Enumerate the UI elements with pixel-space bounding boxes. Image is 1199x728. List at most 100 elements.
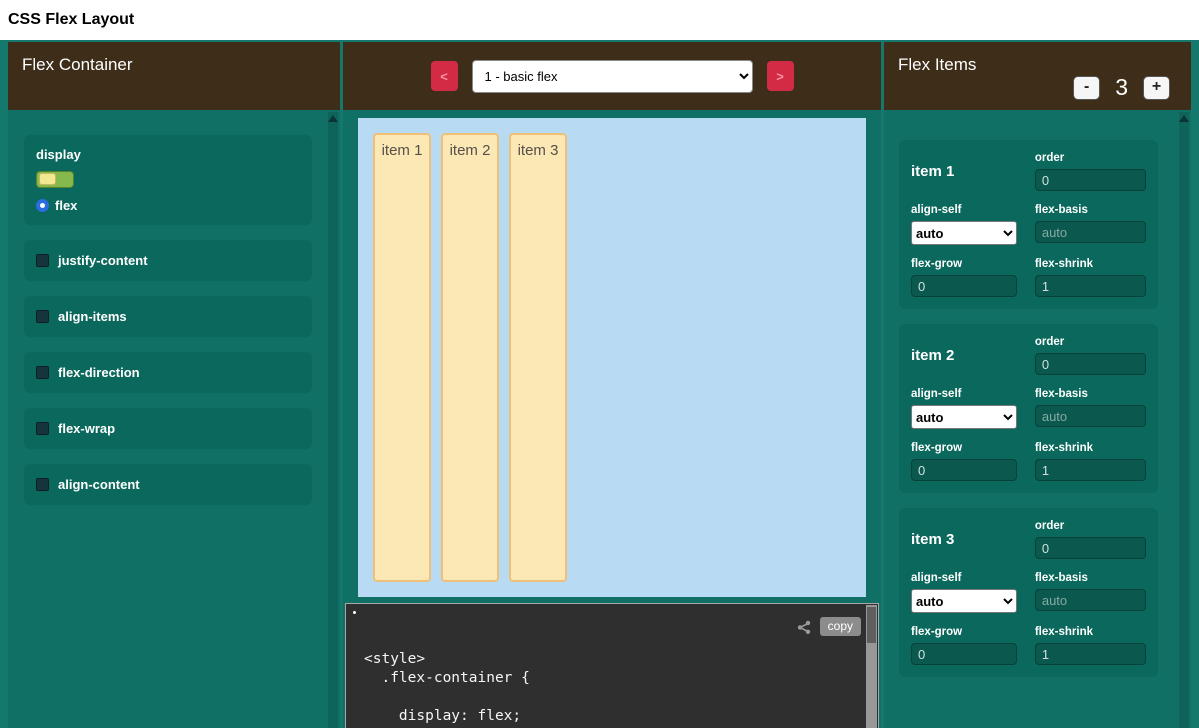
item-3-flex-basis-input[interactable]: [1035, 589, 1146, 611]
preview-panel: < 1 - basic flex > item 1 item 2 item 3: [343, 42, 881, 728]
item-3-align-self-select[interactable]: auto: [911, 589, 1017, 613]
item-3-flex-grow-field: flex-grow: [911, 626, 1017, 665]
share-icon[interactable]: [796, 619, 812, 635]
align-self-label: align-self: [911, 388, 1017, 400]
item-1-order-input[interactable]: [1035, 169, 1146, 191]
display-flex-option: flex: [36, 198, 300, 213]
align-content-label: align-content: [58, 477, 140, 492]
item-1-card: item 1 order align-self auto flex-basis …: [899, 140, 1158, 309]
flex-shrink-label: flex-shrink: [1035, 258, 1146, 270]
item-count-controls: - 3 +: [1073, 74, 1170, 101]
align-items-checkbox[interactable]: [36, 310, 49, 323]
flex-basis-label: flex-basis: [1035, 388, 1146, 400]
align-content-checkbox[interactable]: [36, 478, 49, 491]
example-select[interactable]: 1 - basic flex: [472, 60, 753, 93]
item-2-card: item 2 order align-self auto flex-basis …: [899, 324, 1158, 493]
code-toolbar: copy: [796, 617, 861, 636]
flex-radio[interactable]: [36, 199, 49, 212]
item-3-order-field: order: [1035, 520, 1146, 559]
align-self-label: align-self: [911, 572, 1017, 584]
code-panel: copy <style> .flex-container { display: …: [345, 603, 879, 728]
item-count: 3: [1115, 74, 1128, 101]
scroll-up-arrow-icon[interactable]: [1179, 115, 1189, 122]
item-3-title: item 3: [911, 531, 1017, 548]
flex-shrink-label: flex-shrink: [1035, 626, 1146, 638]
flex-items-panel-header: Flex Items - 3 +: [884, 42, 1191, 110]
preview-body: item 1 item 2 item 3 copy: [343, 110, 881, 728]
flex-grow-label: flex-grow: [911, 626, 1017, 638]
flex-container-panel-header: Flex Container: [8, 42, 340, 110]
section-align-items[interactable]: align-items: [24, 296, 312, 337]
display-toggle-knob: [39, 173, 56, 185]
section-flex-direction[interactable]: flex-direction: [24, 352, 312, 393]
flex-shrink-label: flex-shrink: [1035, 442, 1146, 454]
flex-container-panel-title: Flex Container: [22, 55, 133, 74]
demo-item-1: item 1: [373, 133, 431, 582]
item-3-order-input[interactable]: [1035, 537, 1146, 559]
item-1-align-self-select[interactable]: auto: [911, 221, 1017, 245]
item-2-order-input[interactable]: [1035, 353, 1146, 375]
item-1-title: item 1: [911, 163, 1017, 180]
order-label: order: [1035, 152, 1146, 164]
left-panel-scrollbar[interactable]: [328, 112, 338, 728]
order-label: order: [1035, 520, 1146, 532]
item-2-align-self-field: align-self auto: [911, 388, 1017, 429]
item-3-flex-shrink-field: flex-shrink: [1035, 626, 1146, 665]
flex-grow-label: flex-grow: [911, 258, 1017, 270]
top-strip: CSS Flex Layout: [0, 0, 1199, 40]
align-self-label: align-self: [911, 204, 1017, 216]
code-text: <style> .flex-container { display: flex;: [364, 650, 878, 726]
flex-items-panel-body: item 1 order align-self auto flex-basis …: [884, 110, 1191, 728]
item-1-flex-basis-field: flex-basis: [1035, 204, 1146, 245]
item-2-flex-basis-input[interactable]: [1035, 405, 1146, 427]
item-2-order-field: order: [1035, 336, 1146, 375]
item-2-title: item 2: [911, 347, 1017, 364]
flex-wrap-label: flex-wrap: [58, 421, 115, 436]
section-flex-wrap[interactable]: flex-wrap: [24, 408, 312, 449]
right-panel-scrollbar[interactable]: [1179, 112, 1189, 728]
item-3-card: item 3 order align-self auto flex-basis …: [899, 508, 1158, 677]
flex-items-panel: Flex Items - 3 + item 1 order align-self…: [884, 42, 1191, 728]
display-toggle[interactable]: [36, 171, 74, 188]
item-1-align-self-field: align-self auto: [911, 204, 1017, 245]
remove-item-button[interactable]: -: [1073, 76, 1100, 100]
order-label: order: [1035, 336, 1146, 348]
main-area: Flex Container display flex justify-cont…: [0, 40, 1199, 728]
scroll-up-arrow-icon[interactable]: [328, 115, 338, 122]
flex-basis-label: flex-basis: [1035, 572, 1146, 584]
preview-header: < 1 - basic flex >: [343, 42, 881, 110]
item-1-flex-shrink-input[interactable]: [1035, 275, 1146, 297]
code-dot: [353, 611, 356, 614]
justify-content-label: justify-content: [58, 253, 148, 268]
code-scrollbar[interactable]: [866, 605, 877, 728]
copy-button[interactable]: copy: [820, 617, 861, 636]
justify-content-checkbox[interactable]: [36, 254, 49, 267]
item-2-flex-grow-input[interactable]: [911, 459, 1017, 481]
add-item-button[interactable]: +: [1143, 76, 1170, 100]
item-2-flex-basis-field: flex-basis: [1035, 388, 1146, 429]
item-2-align-self-select[interactable]: auto: [911, 405, 1017, 429]
flex-container-panel: Flex Container display flex justify-cont…: [8, 42, 340, 728]
display-label: display: [36, 147, 300, 162]
item-2-flex-shrink-input[interactable]: [1035, 459, 1146, 481]
section-justify-content[interactable]: justify-content: [24, 240, 312, 281]
item-3-flex-basis-field: flex-basis: [1035, 572, 1146, 613]
code-scrollbar-thumb[interactable]: [867, 607, 876, 643]
flex-direction-label: flex-direction: [58, 365, 140, 380]
next-example-button[interactable]: >: [767, 61, 794, 91]
section-align-content[interactable]: align-content: [24, 464, 312, 505]
item-1-order-field: order: [1035, 152, 1146, 191]
item-1-flex-grow-input[interactable]: [911, 275, 1017, 297]
page-title: CSS Flex Layout: [8, 11, 134, 29]
item-3-flex-grow-input[interactable]: [911, 643, 1017, 665]
demo-item-3: item 3: [509, 133, 567, 582]
prev-example-button[interactable]: <: [431, 61, 458, 91]
item-3-align-self-field: align-self auto: [911, 572, 1017, 613]
flex-direction-checkbox[interactable]: [36, 366, 49, 379]
item-3-flex-shrink-input[interactable]: [1035, 643, 1146, 665]
item-2-flex-grow-field: flex-grow: [911, 442, 1017, 481]
item-1-flex-basis-input[interactable]: [1035, 221, 1146, 243]
flex-wrap-checkbox[interactable]: [36, 422, 49, 435]
align-items-label: align-items: [58, 309, 127, 324]
display-card: display flex: [24, 135, 312, 225]
